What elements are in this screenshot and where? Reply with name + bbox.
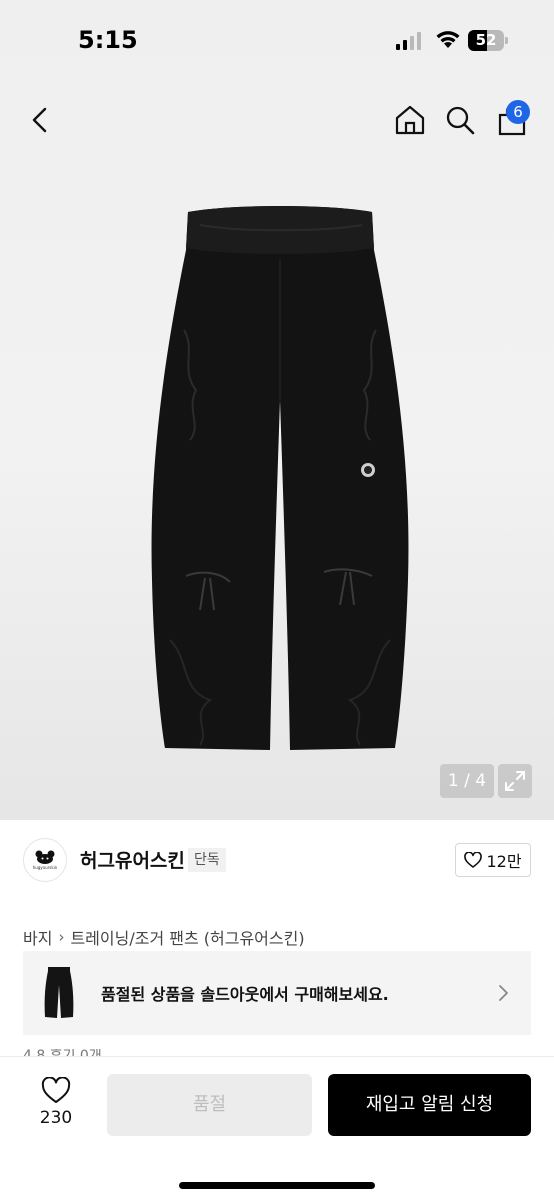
brand-name[interactable]: 허그유어스킨 xyxy=(80,846,185,873)
breadcrumb: 바지 › 트레이닝/조거 팬츠 (허그유어스킨) xyxy=(23,925,305,949)
back-icon xyxy=(32,107,47,133)
expand-icon xyxy=(505,771,525,791)
breadcrumb-item-category[interactable]: 바지 xyxy=(23,925,52,949)
chevron-right-icon: › xyxy=(58,928,65,946)
expand-image-button[interactable] xyxy=(498,764,532,798)
search-button[interactable] xyxy=(440,100,480,140)
brand-like-count: 12만 xyxy=(486,852,522,871)
brand-logo-icon xyxy=(35,850,55,864)
restock-alert-button[interactable]: 재입고 알림 신청 xyxy=(328,1074,531,1136)
wish-count: 230 xyxy=(39,1108,73,1128)
status-time: 5:15 xyxy=(78,26,138,54)
exclusive-badge: 단독 xyxy=(188,848,226,872)
home-button[interactable] xyxy=(390,100,430,140)
heart-icon xyxy=(41,1077,71,1103)
soldout-product-thumbnail xyxy=(44,967,74,1018)
soldout-banner-text: 품절된 상품을 솔드아웃에서 구매해보세요. xyxy=(101,985,389,1004)
battery-level: 52 xyxy=(475,31,497,49)
home-indicator xyxy=(179,1182,375,1189)
image-counter: 1 / 4 xyxy=(440,764,494,798)
soldout-button: 품절 xyxy=(107,1074,312,1136)
battery-icon: 52 xyxy=(468,30,508,51)
search-icon xyxy=(446,106,475,135)
chevron-right-icon xyxy=(499,985,508,1001)
soldout-banner[interactable]: 품절된 상품을 솔드아웃에서 구매해보세요. xyxy=(23,951,531,1035)
breadcrumb-item-subcategory[interactable]: 트레이닝/조거 팬츠 (허그유어스킨) xyxy=(70,925,304,949)
brand-like-button[interactable]: 12만 xyxy=(455,843,531,877)
wifi-icon xyxy=(436,31,460,48)
heart-icon xyxy=(464,852,483,868)
bottom-action-bar: 230 품절 재입고 알림 신청 xyxy=(0,1056,554,1200)
back-button[interactable] xyxy=(20,100,60,140)
signal-icon xyxy=(396,32,421,50)
brand-logo-text: hugyourskin xyxy=(32,865,58,870)
home-icon xyxy=(395,105,425,135)
cart-count-badge: 6 xyxy=(506,100,530,124)
wish-button[interactable]: 230 xyxy=(30,1077,82,1135)
status-bar: 5:15 52 xyxy=(0,0,554,80)
brand-logo[interactable]: hugyourskin xyxy=(23,838,67,882)
product-image[interactable] xyxy=(150,200,410,770)
